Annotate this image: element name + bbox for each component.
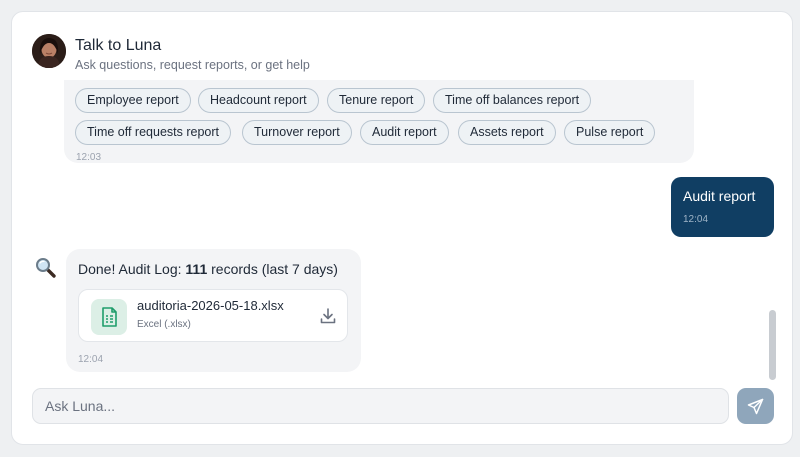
send-button[interactable] — [737, 388, 774, 424]
user-message-text: Audit report — [683, 188, 756, 204]
result-text-prefix: Done! Audit Log: — [78, 261, 186, 277]
send-icon — [747, 398, 764, 415]
result-text-suffix: records (last 7 days) — [207, 261, 338, 277]
chip-time-off-balances-report[interactable]: Time off balances report — [433, 88, 592, 113]
avatar-image — [32, 34, 66, 68]
file-attachment[interactable]: auditoria-2026-05-18.xlsx Excel (.xlsx) — [78, 289, 348, 342]
chip-employee-report[interactable]: Employee report — [75, 88, 191, 113]
message-timestamp: 12:04 — [683, 214, 709, 225]
chip-turnover-report[interactable]: Turnover report — [242, 120, 352, 145]
avatar — [32, 34, 66, 68]
chip-headcount-report[interactable]: Headcount report — [198, 88, 319, 113]
message-timestamp: 12:03 — [76, 152, 102, 163]
chat-subtitle: Ask questions, request reports, or get h… — [75, 58, 310, 72]
chip-audit-report[interactable]: Audit report — [360, 120, 449, 145]
download-icon[interactable] — [319, 307, 337, 325]
chip-time-off-requests-report[interactable]: Time off requests report — [75, 120, 232, 145]
chip-pulse-report[interactable]: Pulse report — [564, 120, 656, 145]
spreadsheet-icon — [91, 299, 127, 335]
message-timestamp: 12:04 — [78, 354, 104, 365]
user-message: Audit report 12:04 — [671, 177, 774, 237]
magnifying-glass-icon — [34, 256, 58, 280]
audit-result-message: Done! Audit Log: 111 records (last 7 day… — [66, 249, 361, 372]
chat-panel: Talk to Luna Ask questions, request repo… — [11, 11, 793, 445]
scrollbar-thumb[interactable] — [769, 310, 776, 380]
report-suggestions-message: Employee report Headcount report Tenure … — [64, 80, 694, 163]
chip-assets-report[interactable]: Assets report — [458, 120, 556, 145]
chat-title: Talk to Luna — [75, 37, 162, 54]
result-text: Done! Audit Log: 111 records (last 7 day… — [78, 261, 338, 277]
message-input[interactable] — [32, 388, 729, 424]
message-list[interactable]: Employee report Headcount report Tenure … — [12, 80, 792, 388]
file-type: Excel (.xlsx) — [137, 319, 191, 330]
file-name: auditoria-2026-05-18.xlsx — [137, 298, 284, 313]
record-count: 111 — [185, 261, 208, 277]
chip-tenure-report[interactable]: Tenure report — [327, 88, 426, 113]
